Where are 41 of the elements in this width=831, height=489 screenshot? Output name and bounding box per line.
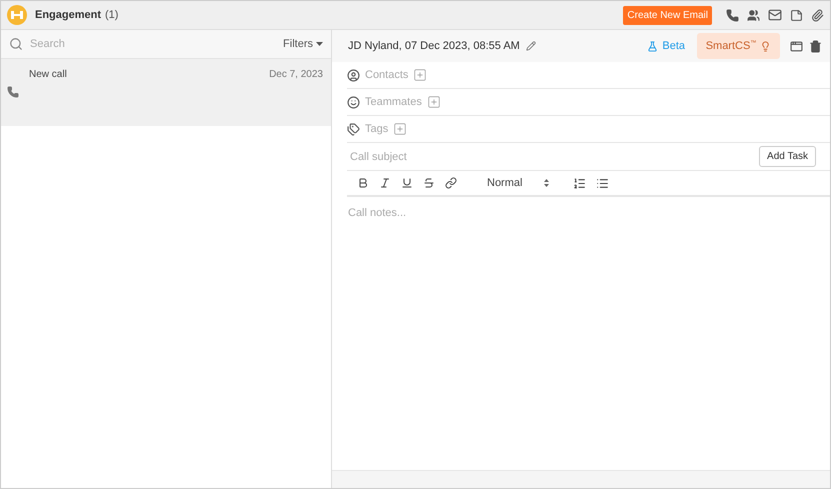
numbered-list-icon[interactable] <box>573 176 586 190</box>
bullet-list-icon[interactable] <box>596 176 610 190</box>
bold-icon[interactable] <box>357 177 369 189</box>
add-icon[interactable] <box>413 68 428 82</box>
field-label: Teammates <box>365 96 422 108</box>
search-field[interactable]: Search Filters <box>1 30 331 59</box>
people-icon[interactable] <box>747 8 760 22</box>
field-label: Tags <box>365 123 388 135</box>
flask-icon <box>647 40 658 52</box>
caret-icon <box>316 42 323 46</box>
panel-title: Engagement <box>35 9 102 21</box>
add-icon[interactable] <box>393 122 408 136</box>
item-date: Dec 7, 2023 <box>269 69 323 80</box>
search-icon <box>9 37 23 51</box>
note-icon[interactable] <box>790 8 803 22</box>
window-icon[interactable] <box>790 40 803 52</box>
lightbulb-icon <box>760 40 772 52</box>
underline-icon[interactable] <box>401 177 413 189</box>
filters-dropdown[interactable]: Filters <box>283 38 323 50</box>
field-label: Contacts <box>365 69 408 81</box>
engagement-title: JD Nyland, 07 Dec 2023, 08:55 AM <box>348 40 520 52</box>
person-icon <box>347 68 360 82</box>
smiley-icon <box>347 96 360 108</box>
phone-icon[interactable] <box>726 8 739 22</box>
add-icon[interactable] <box>426 95 441 109</box>
phone-icon <box>7 86 19 98</box>
paperclip-icon[interactable] <box>811 8 824 22</box>
italic-icon[interactable] <box>379 177 391 189</box>
updown-icon <box>544 179 550 187</box>
edit-icon[interactable] <box>526 41 536 51</box>
strikethrough-icon[interactable] <box>423 177 435 189</box>
link-icon[interactable] <box>445 177 457 189</box>
item-count: (1) <box>105 9 118 21</box>
item-title: New call <box>29 69 68 80</box>
text-style-select[interactable]: Normal <box>487 177 550 189</box>
tags-icon <box>347 122 360 136</box>
mail-icon[interactable] <box>768 8 782 22</box>
call-list-item[interactable]: New call Dec 7, 2023 <box>1 59 331 126</box>
logo-icon <box>7 5 27 25</box>
trash-icon[interactable] <box>809 40 822 52</box>
add-task-button[interactable]: Add Task <box>759 146 816 167</box>
